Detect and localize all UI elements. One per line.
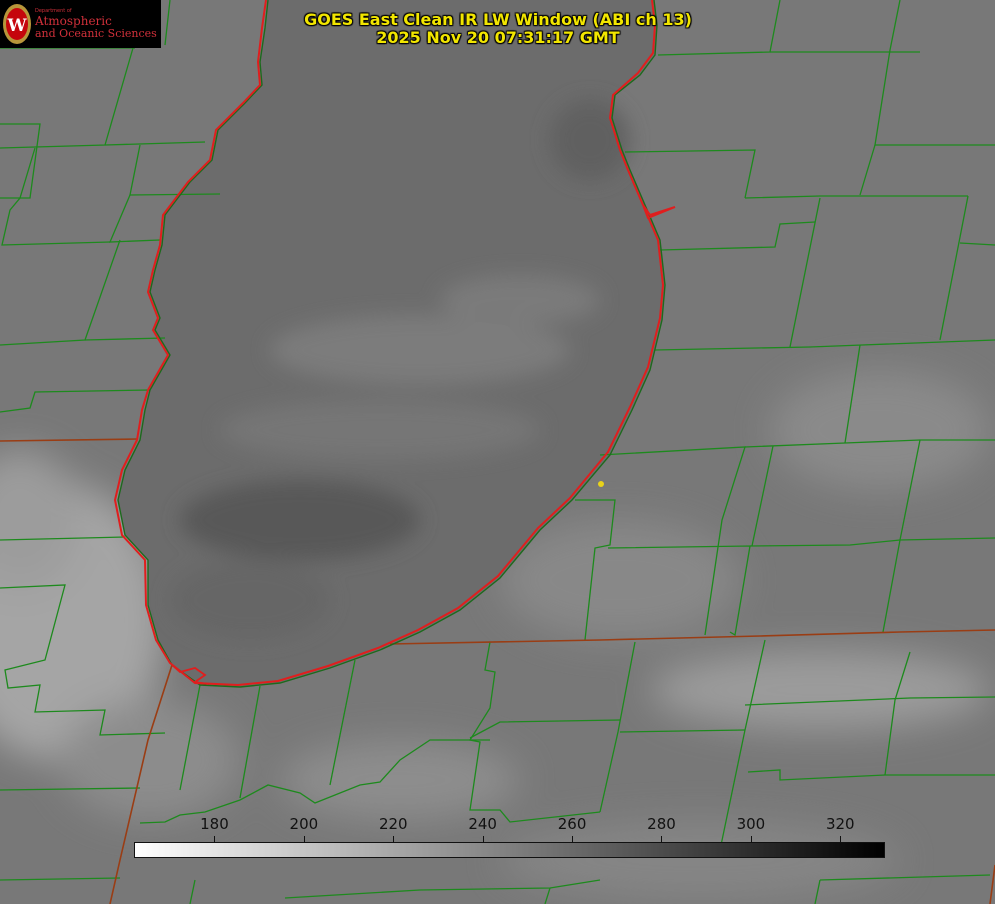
colorbar-tick-label: 240 <box>468 815 497 833</box>
colorbar-tick-mark <box>661 836 663 842</box>
colorbar-tick-mark <box>750 836 752 842</box>
svg-text:W: W <box>6 16 27 36</box>
logo-line-2: and Oceanic Sciences <box>35 27 157 40</box>
colorbar-tick-mark <box>393 836 395 842</box>
colorbar-tick-mark <box>840 836 842 842</box>
title-timestamp: 2025 Nov 20 07:31:17 GMT <box>376 28 620 47</box>
map-title: GOES East Clean IR LW Window (ABI ch 13)… <box>298 11 698 47</box>
title-product: GOES East Clean IR LW Window (ABI ch 13) <box>304 10 692 29</box>
colorbar-tick-label: 300 <box>736 815 766 833</box>
colorbar-tick-label: 220 <box>378 815 408 833</box>
temperature-colorbar <box>134 842 885 858</box>
colorbar-tick-label: 180 <box>200 815 229 833</box>
logo-line-1: Atmospheric <box>35 14 112 28</box>
colorbar-tick-mark <box>303 836 305 842</box>
ir-satellite-map <box>0 0 995 904</box>
aos-logo: W Department of Atmospheric and Oceanic … <box>0 0 161 48</box>
colorbar-tick-label: 260 <box>557 815 587 833</box>
colorbar-tick-mark <box>572 836 574 842</box>
colorbar-tick-mark <box>214 836 216 842</box>
uw-crest-icon: W <box>3 4 31 44</box>
station-marker <box>598 481 604 487</box>
colorbar-tick-label: 280 <box>647 815 676 833</box>
colorbar-tick-label: 320 <box>825 815 855 833</box>
colorbar-tick-mark <box>482 836 484 842</box>
colorbar-tick-label: 200 <box>289 815 319 833</box>
